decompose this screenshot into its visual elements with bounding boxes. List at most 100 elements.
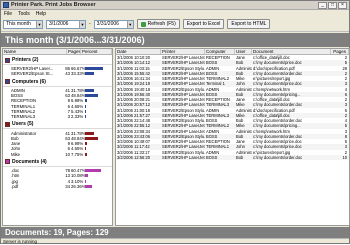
percent-bar [85,136,99,140]
percent-bar [85,131,94,135]
job-pages: 4 [344,86,347,92]
row-pages: 6 [67,146,70,152]
row-name: Administrator [11,130,37,136]
row-name: TERMINAL2 [11,108,36,114]
col-computer[interactable]: Computer [205,49,235,54]
job-date: 3/1/2006 19:40:18 [117,86,151,92]
job-printer: SERVER2\HP LaserJet 5L [162,112,205,118]
job-user: Administrator [236,128,252,134]
job-date: 3/2/2006 12:56:20 [117,154,151,160]
col-name[interactable]: Name [3,49,67,54]
col-user[interactable]: User [235,49,252,54]
export-html-button[interactable]: Export to HTML [227,19,271,29]
col-date[interactable]: Date [116,49,161,54]
job-computer: BOSS [206,118,218,124]
percent-bar [85,152,88,156]
job-date: 3/1/2006 21:00:18 [117,107,151,113]
job-document: c:\my documents\price.doc [253,139,302,145]
row-percent: 4.65% [71,103,84,109]
date-to-picker[interactable]: 3/31/2006 ▼ [93,19,134,29]
row-name: .pdf [11,183,19,189]
col-document[interactable]: Document [252,49,331,54]
app-icon [3,2,9,8]
close-button[interactable]: × [338,1,347,9]
col-printer[interactable]: Printer [161,49,205,54]
job-pages: 3 [344,144,347,150]
row-pages: 3 [67,114,70,120]
summary-row[interactable]: TERMINAL3 3 2.33% [3,114,112,119]
job-computer: ADMIN [206,86,220,92]
row-name: SERVER2\Epson St... [11,71,54,77]
summary-row[interactable]: SERVER2\Epson St... 43 33.33% [3,71,112,76]
job-printer: SERVER2\HP LaserJet 5L [162,76,205,82]
job-pages: 2 [344,76,347,82]
minimize-button[interactable]: _ [318,1,327,9]
job-user: Mike [236,102,245,108]
summary-column-header: Name Pages Percent [3,49,112,55]
calendar-dropdown-icon[interactable]: ▼ [126,20,133,28]
row-pages: 7 [67,108,70,114]
percent-bar [85,184,93,188]
job-date: 3/1/2006 22:14:48 [117,118,151,124]
menu-help[interactable]: Help [36,11,46,17]
col-pages[interactable]: Pages [67,49,81,54]
maximize-button[interactable]: □ [328,1,337,9]
menu-tools[interactable]: Tools [18,11,30,17]
group-header[interactable]: Users (5) [3,121,112,127]
row-name: Jane [11,141,21,147]
job-document: c:\office_data\jill.doc [253,112,290,118]
summary-row[interactable]: Mike 10 7.75% [3,152,112,157]
summary-row[interactable]: .pdf 34 26.36% [3,184,112,189]
job-pages: 6 [344,91,347,97]
row-percent: 66.67% [71,66,86,72]
row-name: TERMINAL1 [11,103,36,109]
title-bar: Printer Park. Print Jobs Browser _ □ × [1,1,349,10]
percent-bar [85,109,87,113]
job-date: 3/1/2006 19:56:40 [117,91,151,97]
table-row[interactable]: 3/2/2006 12:56:20SERVER2\HP LaserJet 5LB… [116,154,349,160]
row-name: Mike [11,151,21,157]
percent-bar [85,94,99,98]
job-document: c:\my documents\order.doc [253,70,303,76]
period-select[interactable]: This month ▼ [3,19,43,29]
row-percent: 31.78% [71,130,86,136]
menu-file[interactable]: File [4,11,12,17]
col-pages[interactable]: Pages [331,49,349,54]
job-document: c:\temp\network.htm [253,86,290,92]
row-percent: 26.36% [71,183,86,189]
job-date: 3/1/2006 20:08:21 [117,97,151,103]
group-title: Printers (2) [12,57,39,63]
job-printer: SERVER2\HP LaserJet 5L [162,60,205,66]
row-pages: 6 [67,103,70,109]
date-from-picker[interactable]: 3/1/2006 ▼ [46,19,86,29]
refresh-button[interactable]: Refresh (F5) [136,19,180,29]
job-document: c:\my documents\price.doc [253,60,302,66]
job-computer: ADMIN [206,107,220,113]
row-name: TERMINAL3 [11,114,36,120]
job-document: d:\doc\specification.pdf [253,65,295,71]
row-pages: 41 [65,87,70,93]
job-user: John [236,144,245,150]
job-document: e:\pictures\report.jpg [253,76,291,82]
row-percent: 48.84% [71,93,86,99]
group-title: Users (5) [12,121,34,128]
job-pages: 8 [344,133,347,139]
calendar-dropdown-icon[interactable]: ▼ [79,20,85,28]
group-header[interactable]: Printers (2) [3,57,112,63]
job-computer: TERMINAL2 [206,123,229,129]
summary-panel: Name Pages Percent Printers (2) SERVER2\H… [2,48,113,226]
job-pages: 6 [344,107,347,113]
status-bar: Server is running [1,238,349,244]
row-percent: 48.84% [71,135,86,141]
row-name: RECEPTION [11,98,37,104]
job-document: e:\pictures\report.jpg [253,149,291,155]
job-user: Bob [236,118,244,124]
job-computer: ADMIN [206,149,220,155]
job-pages: 3 [344,81,347,87]
chevron-down-icon[interactable]: ▼ [36,20,42,28]
col-percent[interactable]: Percent [81,49,112,54]
export-excel-button[interactable]: Export to Excel [182,19,225,29]
group-header[interactable]: Computers (6) [3,79,112,85]
group-header[interactable]: Documents (4) [3,159,112,165]
job-printer: SERVER2\HP LaserJet 5L [162,123,205,129]
